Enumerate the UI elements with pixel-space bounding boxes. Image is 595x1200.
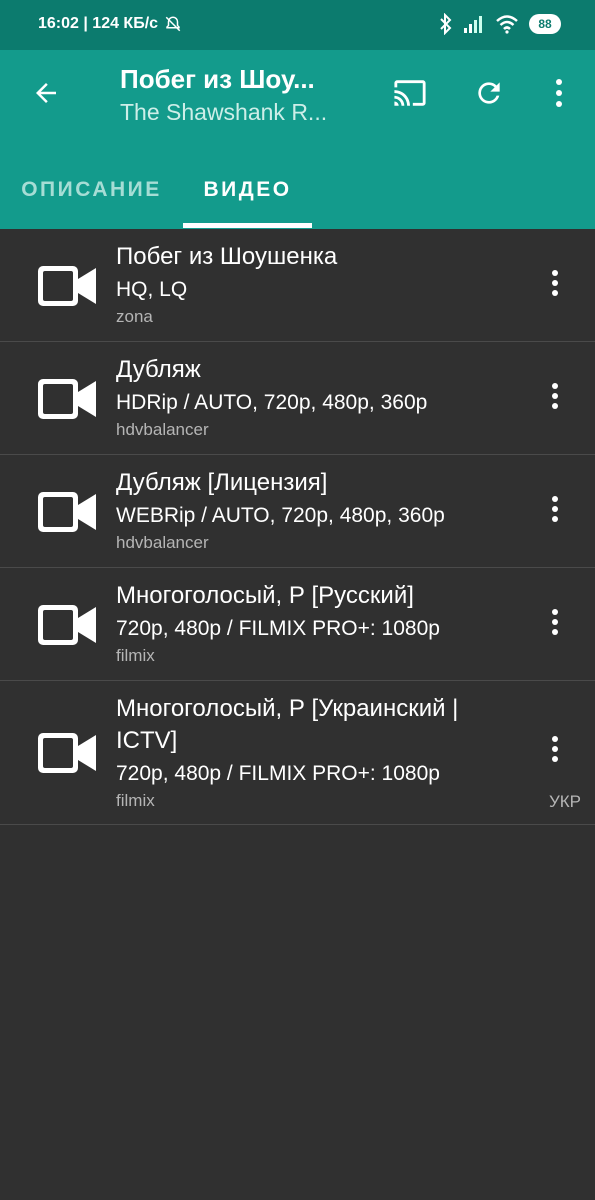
tab-indicator (183, 223, 312, 228)
language-tag: УКР (548, 792, 581, 811)
toolbar: Побег из Шоу... The Shawshank R... (0, 50, 595, 140)
item-source: filmix (116, 646, 155, 665)
page-subtitle: The Shawshank R... (120, 99, 328, 125)
more-vert-icon (552, 496, 558, 522)
tab-bar: ОПИСАНИЕ ВИДЕО (0, 168, 595, 229)
list-item[interactable]: Многоголосый, Р [Русский] 720p, 480p / F… (0, 568, 595, 681)
list-item-text: Дубляж [Лицензия] WEBRip / AUTO, 720p, 4… (116, 467, 525, 554)
list-item[interactable]: Дубляж [Лицензия] WEBRip / AUTO, 720p, 4… (0, 455, 595, 568)
more-vert-icon (556, 79, 562, 107)
video-list: Побег из Шоушенка HQ, LQ zona Дубляж HDR… (0, 229, 595, 825)
item-title: Многоголосый, Р [Украинский | ICTV] (116, 695, 459, 754)
item-more-button[interactable] (541, 729, 569, 769)
item-source: filmix (116, 791, 155, 810)
item-source: hdvbalancer (116, 420, 209, 439)
item-quality: WEBRip / AUTO, 720p, 480p, 360p (116, 504, 445, 527)
arrow-back-icon (36, 83, 56, 103)
item-quality: 720p, 480p / FILMIX PRO+: 1080p (116, 617, 440, 640)
more-vert-icon (552, 383, 558, 409)
list-item[interactable]: Побег из Шоушенка HQ, LQ zona (0, 229, 595, 342)
list-item[interactable]: Многоголосый, Р [Украинский | ICTV] 720p… (0, 681, 595, 825)
status-bar: 16:02 | 124 КБ/с 88 (0, 0, 595, 50)
tab-description[interactable]: ОПИСАНИЕ (0, 168, 183, 229)
more-vert-icon (552, 736, 558, 762)
toolbar-titles: Побег из Шоу... The Shawshank R... (120, 64, 360, 126)
item-quality: HQ, LQ (116, 278, 188, 301)
video-camera-icon (38, 379, 96, 419)
item-more-button[interactable] (541, 602, 569, 642)
tab-video[interactable]: ВИДЕО (183, 168, 312, 229)
list-item-text: Дубляж HDRip / AUTO, 720p, 480p, 360p hd… (116, 354, 525, 441)
status-right: 88 (439, 13, 561, 35)
refresh-button[interactable] (464, 70, 514, 116)
more-vert-icon (552, 609, 558, 635)
item-source: hdvbalancer (116, 533, 209, 552)
list-item-text: Многоголосый, Р [Украинский | ICTV] 720p… (116, 693, 525, 812)
wifi-icon (496, 15, 518, 34)
more-vert-icon (552, 270, 558, 296)
cast-button[interactable] (385, 70, 435, 116)
video-camera-icon (38, 733, 96, 773)
back-button[interactable] (18, 70, 74, 116)
video-camera-icon (38, 492, 96, 532)
video-camera-icon (38, 266, 96, 306)
more-options-button[interactable] (534, 70, 584, 116)
signal-icon (464, 16, 482, 33)
item-more-button[interactable] (541, 263, 569, 303)
item-title: Дубляж (116, 356, 201, 383)
battery-indicator: 88 (529, 14, 561, 34)
bluetooth-icon (440, 13, 452, 35)
item-source: zona (116, 307, 153, 326)
list-item[interactable]: Дубляж HDRip / AUTO, 720p, 480p, 360p hd… (0, 342, 595, 455)
refresh-icon (478, 82, 500, 104)
item-title: Побег из Шоушенка (116, 243, 338, 270)
item-more-button[interactable] (541, 489, 569, 529)
status-left: 16:02 | 124 КБ/с (38, 15, 182, 33)
page-title: Побег из Шоу... (120, 64, 315, 94)
app-bar: 16:02 | 124 КБ/с 88 Побег из Шоу... The … (0, 0, 595, 229)
list-item-text: Побег из Шоушенка HQ, LQ zona (116, 241, 525, 328)
item-more-button[interactable] (541, 376, 569, 416)
cast-icon (394, 80, 426, 106)
list-item-text: Многоголосый, Р [Русский] 720p, 480p / F… (116, 580, 525, 667)
item-title: Многоголосый, Р [Русский] (116, 582, 414, 609)
video-camera-icon (38, 605, 96, 645)
item-quality: HDRip / AUTO, 720p, 480p, 360p (116, 391, 428, 414)
bell-off-icon (165, 16, 181, 32)
item-quality: 720p, 480p / FILMIX PRO+: 1080p (116, 762, 440, 785)
item-title: Дубляж [Лицензия] (116, 469, 328, 496)
status-time-speed: 16:02 | 124 КБ/с (38, 15, 159, 32)
